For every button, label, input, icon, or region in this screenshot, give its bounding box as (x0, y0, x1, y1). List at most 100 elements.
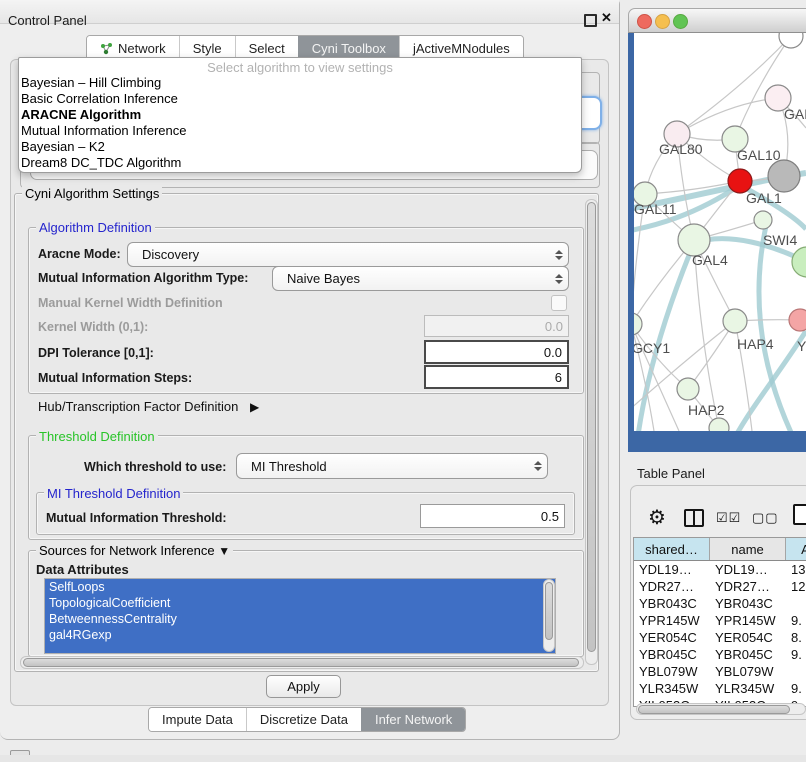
select-none-icon[interactable]: ▢▢ (752, 510, 779, 526)
settings-vertical-scrollbar[interactable] (585, 199, 598, 665)
network-node-big-green[interactable] (792, 247, 806, 277)
table-horizontal-scrollbar[interactable] (636, 703, 806, 715)
table-cell: 9. (786, 681, 806, 696)
algorithm-option-bayesian-k2[interactable]: Bayesian – K2 (19, 139, 581, 155)
network-node-gray-node[interactable] (768, 160, 800, 192)
mi-steps-label: Mutual Information Steps: (38, 371, 192, 385)
which-threshold-label: Which threshold to use: (84, 460, 226, 474)
network-node-y[interactable] (789, 309, 806, 331)
table-row[interactable]: YBL079WYBL079W (634, 663, 806, 680)
minimize-traffic-light-icon[interactable] (655, 14, 670, 29)
dpi-tolerance-field[interactable]: 0.0 (424, 340, 569, 364)
aracne-mode-select[interactable]: Discovery (127, 242, 569, 267)
float-window-icon[interactable] (584, 14, 597, 27)
bottom-tab-bar: Impute DataDiscretize DataInfer Network (148, 707, 466, 732)
select-all-checked-icon[interactable]: ☑☑ (716, 510, 741, 526)
table-cell: YBR045C (634, 647, 710, 662)
attribute-item-gal4rgexp[interactable]: gal4RGexp (45, 627, 555, 643)
table-row[interactable]: YLR345WYLR345W9. (634, 680, 806, 697)
mi-steps-value: 6 (555, 370, 567, 385)
kernel-width-field[interactable]: 0.0 (424, 315, 569, 337)
column-header-shared[interactable]: shared… (634, 538, 710, 560)
network-node-hap2[interactable] (677, 378, 699, 400)
network-node-hap4[interactable] (723, 309, 747, 333)
network-node-label-swi4: SWI4 (763, 232, 797, 248)
attributes-scrollbar[interactable] (543, 579, 555, 652)
mi-steps-field[interactable]: 6 (424, 365, 569, 389)
network-node-label-gal: GAL (784, 106, 806, 122)
split-view-icon[interactable] (684, 509, 704, 527)
network-node-label-gal1: GAL1 (746, 190, 782, 206)
tab-infer-network[interactable]: Infer Network (361, 708, 465, 731)
table-row[interactable]: YER054CYER054C8. (634, 629, 806, 646)
mi-algorithm-type-value: Naive Bayes (273, 271, 550, 286)
network-node-gcy1[interactable] (634, 313, 642, 335)
network-edge[interactable] (677, 36, 791, 134)
dpi-tolerance-value: 0.0 (544, 345, 567, 360)
table-cell: YLR345W (710, 681, 786, 696)
spinner-arrows-icon (529, 461, 547, 471)
network-edge[interactable] (694, 240, 719, 428)
attribute-item-betweennesscentrality[interactable]: BetweennessCentrality (45, 611, 555, 627)
close-icon[interactable]: ✕ (601, 10, 612, 26)
tab-label: Network (118, 41, 166, 56)
table-cell: YBR045C (710, 647, 786, 662)
network-node-label-gal4: GAL4 (692, 252, 728, 268)
algorithm-option-mutual-information-inference[interactable]: Mutual Information Inference (19, 123, 581, 139)
network-canvas[interactable]: GALGAL80GAL10GAL1GAL11SWI4GAL4YHAP4GCY1H… (634, 31, 806, 431)
attribute-item-selfloops[interactable]: SelfLoops (45, 579, 555, 595)
which-threshold-select[interactable]: MI Threshold (236, 453, 548, 479)
attributes-scrollbar-thumb[interactable] (545, 582, 553, 640)
network-edge[interactable] (636, 243, 694, 431)
settings-scrollbar-thumb[interactable] (587, 202, 596, 652)
algorithm-option-bayesian-hill-climbing[interactable]: Bayesian – Hill Climbing (19, 75, 581, 91)
column-header-a[interactable]: A (786, 538, 806, 560)
table-cell: YBL079W (710, 664, 786, 679)
network-window-titlebar[interactable] (628, 8, 806, 33)
attribute-item-partial[interactable] (45, 643, 555, 653)
hub-definition-toggle[interactable]: Hub/Transcription Factor Definition ▶ (38, 399, 259, 414)
mi-threshold-field[interactable]: 0.5 (420, 504, 565, 528)
sources-group-title[interactable]: Sources for Network Inference ▼ (36, 543, 233, 558)
table-row[interactable]: YDR27…YDR27…12 (634, 578, 806, 595)
node-table: shared…nameA YDL19…YDL19…13YDR27…YDR27…1… (633, 537, 806, 707)
algorithm-definition-title: Algorithm Definition (36, 220, 155, 235)
tab-discretize-data[interactable]: Discretize Data (246, 708, 361, 731)
algorithm-option-dream8-dc-tdc-algorithm[interactable]: Dream8 DC_TDC Algorithm (19, 155, 581, 171)
apply-button[interactable]: Apply (266, 675, 341, 698)
manual-kernel-width-checkbox[interactable] (551, 295, 567, 311)
algorithm-option-basic-correlation-inference[interactable]: Basic Correlation Inference (19, 91, 581, 107)
zoom-traffic-light-icon[interactable] (673, 14, 688, 29)
table-hscrollbar-thumb[interactable] (638, 705, 790, 714)
dropdown-placeholder: Select algorithm to view settings (19, 58, 581, 75)
table-row[interactable]: YPR145WYPR145W9. (634, 612, 806, 629)
dpi-tolerance-label: DPI Tolerance [0,1]: (38, 346, 154, 360)
algorithm-option-aracne-algorithm[interactable]: ARACNE Algorithm (19, 107, 581, 123)
app-root: Control Panel ✕ NetworkStyleSelectCyni T… (0, 0, 806, 762)
table-cell: 8. (786, 630, 806, 645)
kernel-width-label: Kernel Width (0,1): (38, 320, 148, 334)
file-icon[interactable] (793, 504, 806, 525)
table-row[interactable]: YDL19…YDL19…13 (634, 561, 806, 578)
hscrollbar-thumb[interactable] (23, 658, 579, 667)
settings-gear-icon[interactable]: ⚙ (648, 505, 666, 530)
network-node-label-gal11: GAL11 (634, 201, 677, 217)
tab-impute-data[interactable]: Impute Data (149, 708, 246, 731)
close-traffic-light-icon[interactable] (637, 14, 652, 29)
table-row[interactable]: YBR045CYBR045C9. (634, 646, 806, 663)
control-panel-titlebar[interactable] (0, 0, 619, 24)
table-cell: YBL079W (634, 664, 710, 679)
kernel-width-value: 0.0 (545, 319, 568, 334)
network-view-window: GALGAL80GAL10GAL1GAL11SWI4GAL4YHAP4GCY1H… (628, 8, 806, 452)
column-header-name[interactable]: name (710, 538, 786, 560)
table-cell: YPR145W (710, 613, 786, 628)
table-cell: YPR145W (634, 613, 710, 628)
attribute-item-topologicalcoefficient[interactable]: TopologicalCoefficient (45, 595, 555, 611)
mi-threshold-definition-title: MI Threshold Definition (44, 486, 183, 501)
settings-horizontal-scrollbar[interactable] (20, 656, 584, 669)
table-row[interactable]: YBR043CYBR043C (634, 595, 806, 612)
mi-algorithm-type-select[interactable]: Naive Bayes (272, 266, 569, 291)
table-cell: YDL19… (710, 562, 786, 577)
sources-title-label: Sources for Network Inference (39, 543, 215, 558)
network-node-swi4[interactable] (754, 211, 772, 229)
